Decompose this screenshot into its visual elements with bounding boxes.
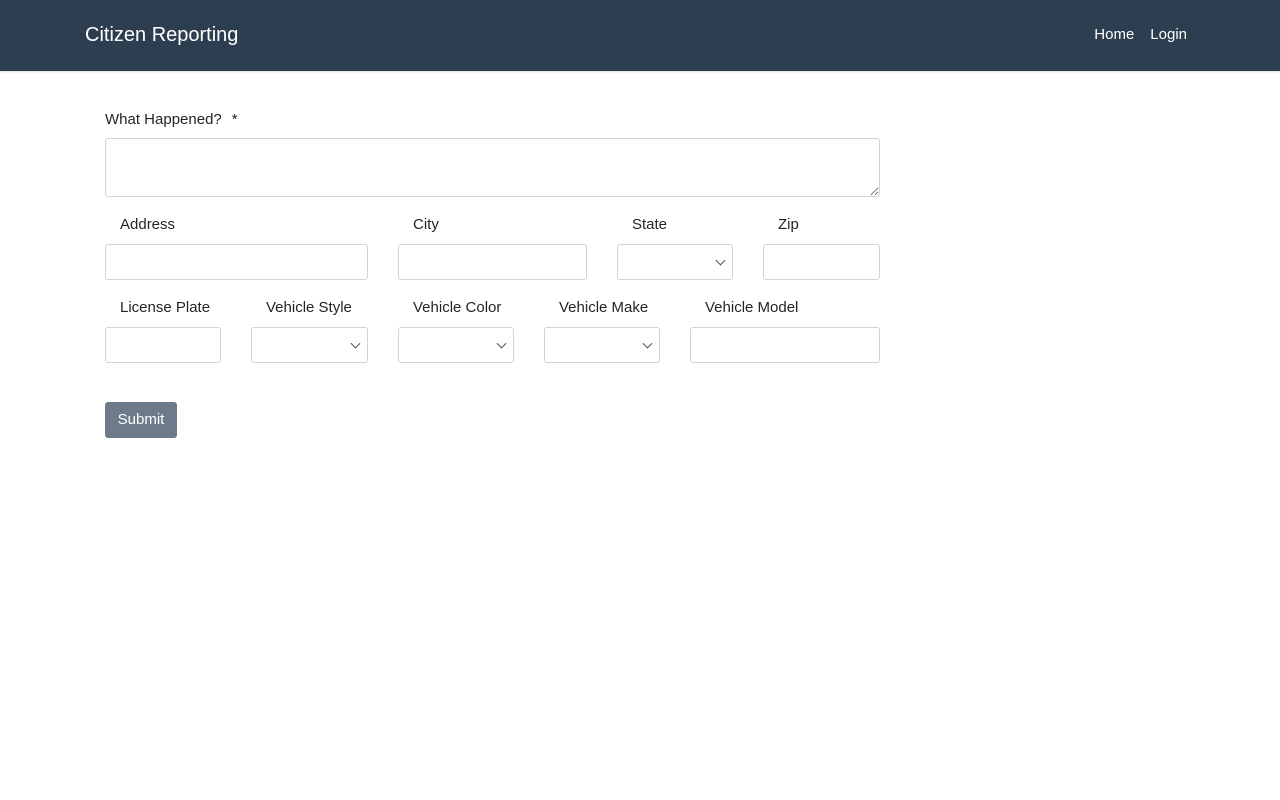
- city-input[interactable]: [398, 244, 587, 280]
- chevron-down-icon: [715, 255, 726, 266]
- submit-button[interactable]: Submit: [105, 402, 177, 438]
- navbar: Citizen Reporting Home Login: [0, 0, 1280, 71]
- chevron-down-icon: [496, 338, 507, 349]
- state-label: State: [632, 216, 668, 233]
- zip-label: Zip: [778, 216, 799, 233]
- vehicle-model-input[interactable]: [690, 327, 880, 363]
- state-select[interactable]: [617, 244, 733, 280]
- what-happened-label-row: What Happened? *: [105, 110, 238, 130]
- license-plate-input[interactable]: [105, 327, 221, 363]
- address-label: Address: [120, 216, 176, 233]
- vehicle-color-label: Vehicle Color: [413, 299, 502, 316]
- vehicle-color-select[interactable]: [398, 327, 514, 363]
- brand-title[interactable]: Citizen Reporting: [85, 22, 238, 48]
- required-marker: *: [231, 111, 238, 128]
- what-happened-textarea[interactable]: [105, 138, 880, 197]
- vehicle-model-label: Vehicle Model: [705, 299, 799, 316]
- nav-link-home[interactable]: Home: [1094, 25, 1134, 45]
- address-input[interactable]: [105, 244, 368, 280]
- what-happened-label: What Happened?: [105, 111, 222, 128]
- zip-input[interactable]: [763, 244, 880, 280]
- vehicle-style-label: Vehicle Style: [266, 299, 352, 316]
- vehicle-style-select[interactable]: [251, 327, 368, 363]
- chevron-down-icon: [642, 338, 653, 349]
- vehicle-make-label: Vehicle Make: [559, 299, 649, 316]
- chevron-down-icon: [350, 338, 361, 349]
- license-plate-label: License Plate: [120, 299, 211, 316]
- nav-links: Home Login: [1094, 25, 1187, 45]
- vehicle-make-select[interactable]: [544, 327, 660, 363]
- city-label: City: [413, 216, 439, 233]
- nav-link-login[interactable]: Login: [1150, 25, 1187, 45]
